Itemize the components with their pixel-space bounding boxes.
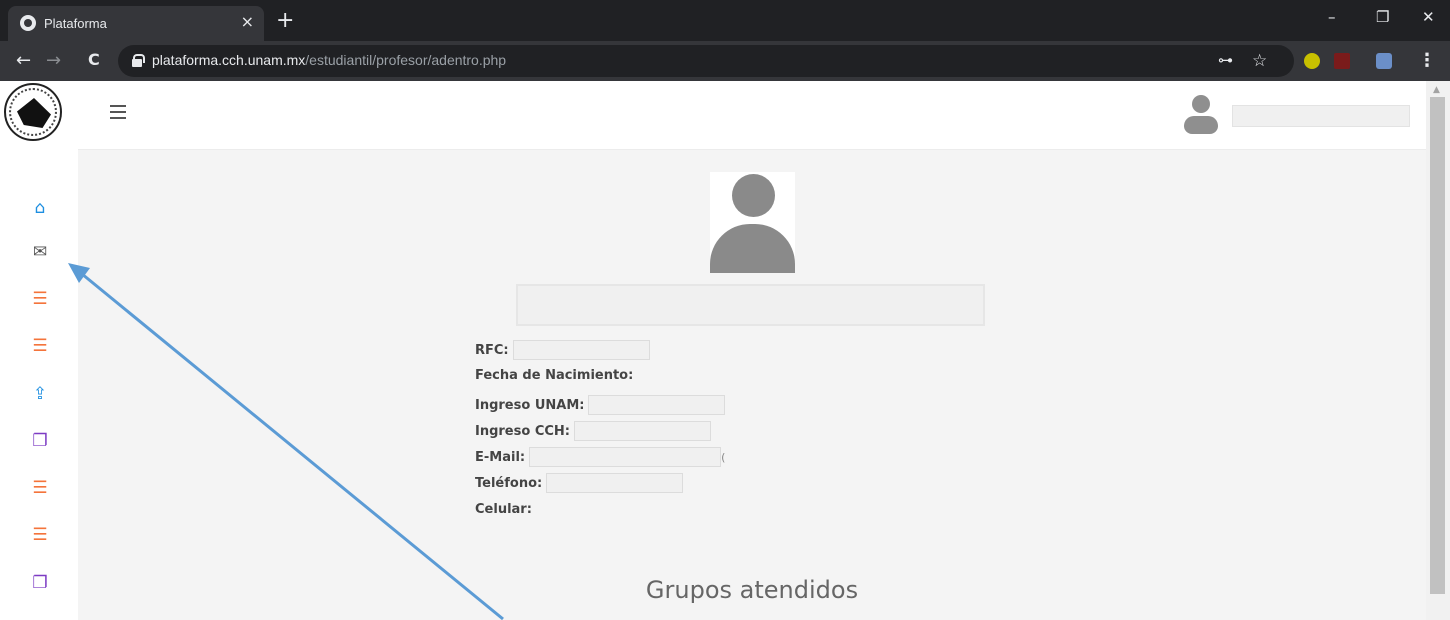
browser-tab-bar: Plataforma × + – ❐ ✕ [0,0,1450,41]
browser-toolbar: ← → C plataforma.cch.unam.mx/estudiantil… [0,41,1450,81]
avatar-body [1184,116,1218,134]
cch-logo [4,83,62,141]
scrollbar-thumb[interactable] [1430,97,1445,594]
email-label: E-Mail: [475,449,526,465]
reload-button[interactable]: C [88,50,100,69]
key-icon[interactable]: ⊶ [1218,51,1233,69]
sidebar-home-icon[interactable]: ⌂ [30,198,50,218]
user-name-redacted[interactable] [1232,105,1410,127]
avatar-head [1192,95,1210,113]
copy-icon: ❐ [32,573,48,593]
sidebar-share-icon[interactable]: ⇪ [30,384,50,404]
ingreso-unam-value-redacted [588,395,726,415]
sidebar-mail-icon[interactable]: ✉ [30,242,50,262]
copy-icon: ❐ [32,431,48,451]
sidebar-copy-icon[interactable]: ❐ [30,573,50,593]
profile-photo [710,172,795,273]
bookmark-star-icon[interactable]: ☆ [1252,51,1267,71]
home-icon: ⌂ [34,198,46,218]
scroll-up-arrow-icon[interactable]: ▲ [1433,85,1440,95]
scrollbar[interactable]: ▲ [1426,81,1450,620]
rfc-label: RFC: [475,342,509,358]
rfc-value-redacted [512,340,650,360]
globe-icon [20,15,36,31]
address-bar[interactable]: plataforma.cch.unam.mx/estudiantil/profe… [118,45,1294,77]
photo-head [732,174,775,217]
teacher-name-redacted [516,284,985,326]
new-tab-button[interactable]: + [276,8,294,33]
birth-label: Fecha de Nacimiento: [475,367,634,383]
share-icon: ⇪ [32,384,48,404]
url-text: plataforma.cch.unam.mx/estudiantil/profe… [152,52,506,68]
ingreso-unam-row: Ingreso UNAM: [475,395,726,415]
ingreso-unam-label: Ingreso UNAM: [475,397,585,413]
email-tail: ( [721,450,726,464]
profile-content: RFC: Fecha de Nacimiento: Ingreso UNAM: … [78,150,1426,620]
hamburger-menu-icon[interactable] [110,105,126,119]
url-host: plataforma.cch.unam.mx [152,52,306,68]
tab-title: Plataforma [44,16,107,31]
sidebar-list-icon[interactable]: ☰ [30,289,50,309]
url-path: /estudiantil/profesor/adentro.php [305,52,507,68]
pdf-extension-icon[interactable] [1334,53,1350,69]
back-button[interactable]: ← [16,50,31,71]
lock-icon [132,54,145,67]
sidebar-list-icon[interactable]: ☰ [30,478,50,498]
sidebar-list-icon[interactable]: ☰ [30,336,50,356]
photo-body [710,224,795,273]
phone-label: Teléfono: [475,475,543,491]
sidebar-list-icon[interactable]: ☰ [30,525,50,545]
cell-label: Celular: [475,501,532,517]
profile-extension-icon[interactable] [1376,53,1392,69]
phone-value-redacted [546,473,684,493]
ingreso-cch-value-redacted [573,421,711,441]
page-header [78,81,1426,150]
web-page: ⌂ ✉ ☰ ☰ ⇪ ❐ ☰ ☰ ❐ RFC: Fecha de Nacimien… [0,81,1450,620]
user-avatar[interactable] [1184,95,1218,135]
rfc-row: RFC: [475,340,650,360]
restore-button[interactable]: ❐ [1376,8,1389,26]
phone-row: Teléfono: [475,473,684,493]
forward-button[interactable]: → [46,50,61,71]
email-value-redacted [529,447,722,467]
sidebar-copy-icon[interactable]: ❐ [30,431,50,451]
birth-row: Fecha de Nacimiento: [475,365,633,385]
ingreso-cch-label: Ingreso CCH: [475,423,570,439]
list-icon: ☰ [32,289,48,309]
tab-close-icon[interactable]: × [241,12,254,31]
list-icon: ☰ [32,478,48,498]
mail-icon: ✉ [32,242,48,262]
cell-row: Celular: [475,499,532,519]
section-title-grupos: Grupos atendidos [645,576,859,604]
browser-tab[interactable]: Plataforma × [8,6,264,41]
email-row: E-Mail: ( [475,447,725,467]
ingreso-cch-row: Ingreso CCH: [475,421,711,441]
browser-menu-icon[interactable]: ⋮ [1418,50,1436,71]
extension-icon[interactable] [1304,53,1320,69]
list-icon: ☰ [32,525,48,545]
minimize-button[interactable]: – [1328,8,1336,26]
window-close-button[interactable]: ✕ [1422,8,1435,26]
sidebar: ⌂ ✉ ☰ ☰ ⇪ ❐ ☰ ☰ ❐ [0,81,78,620]
list-icon: ☰ [32,336,48,356]
